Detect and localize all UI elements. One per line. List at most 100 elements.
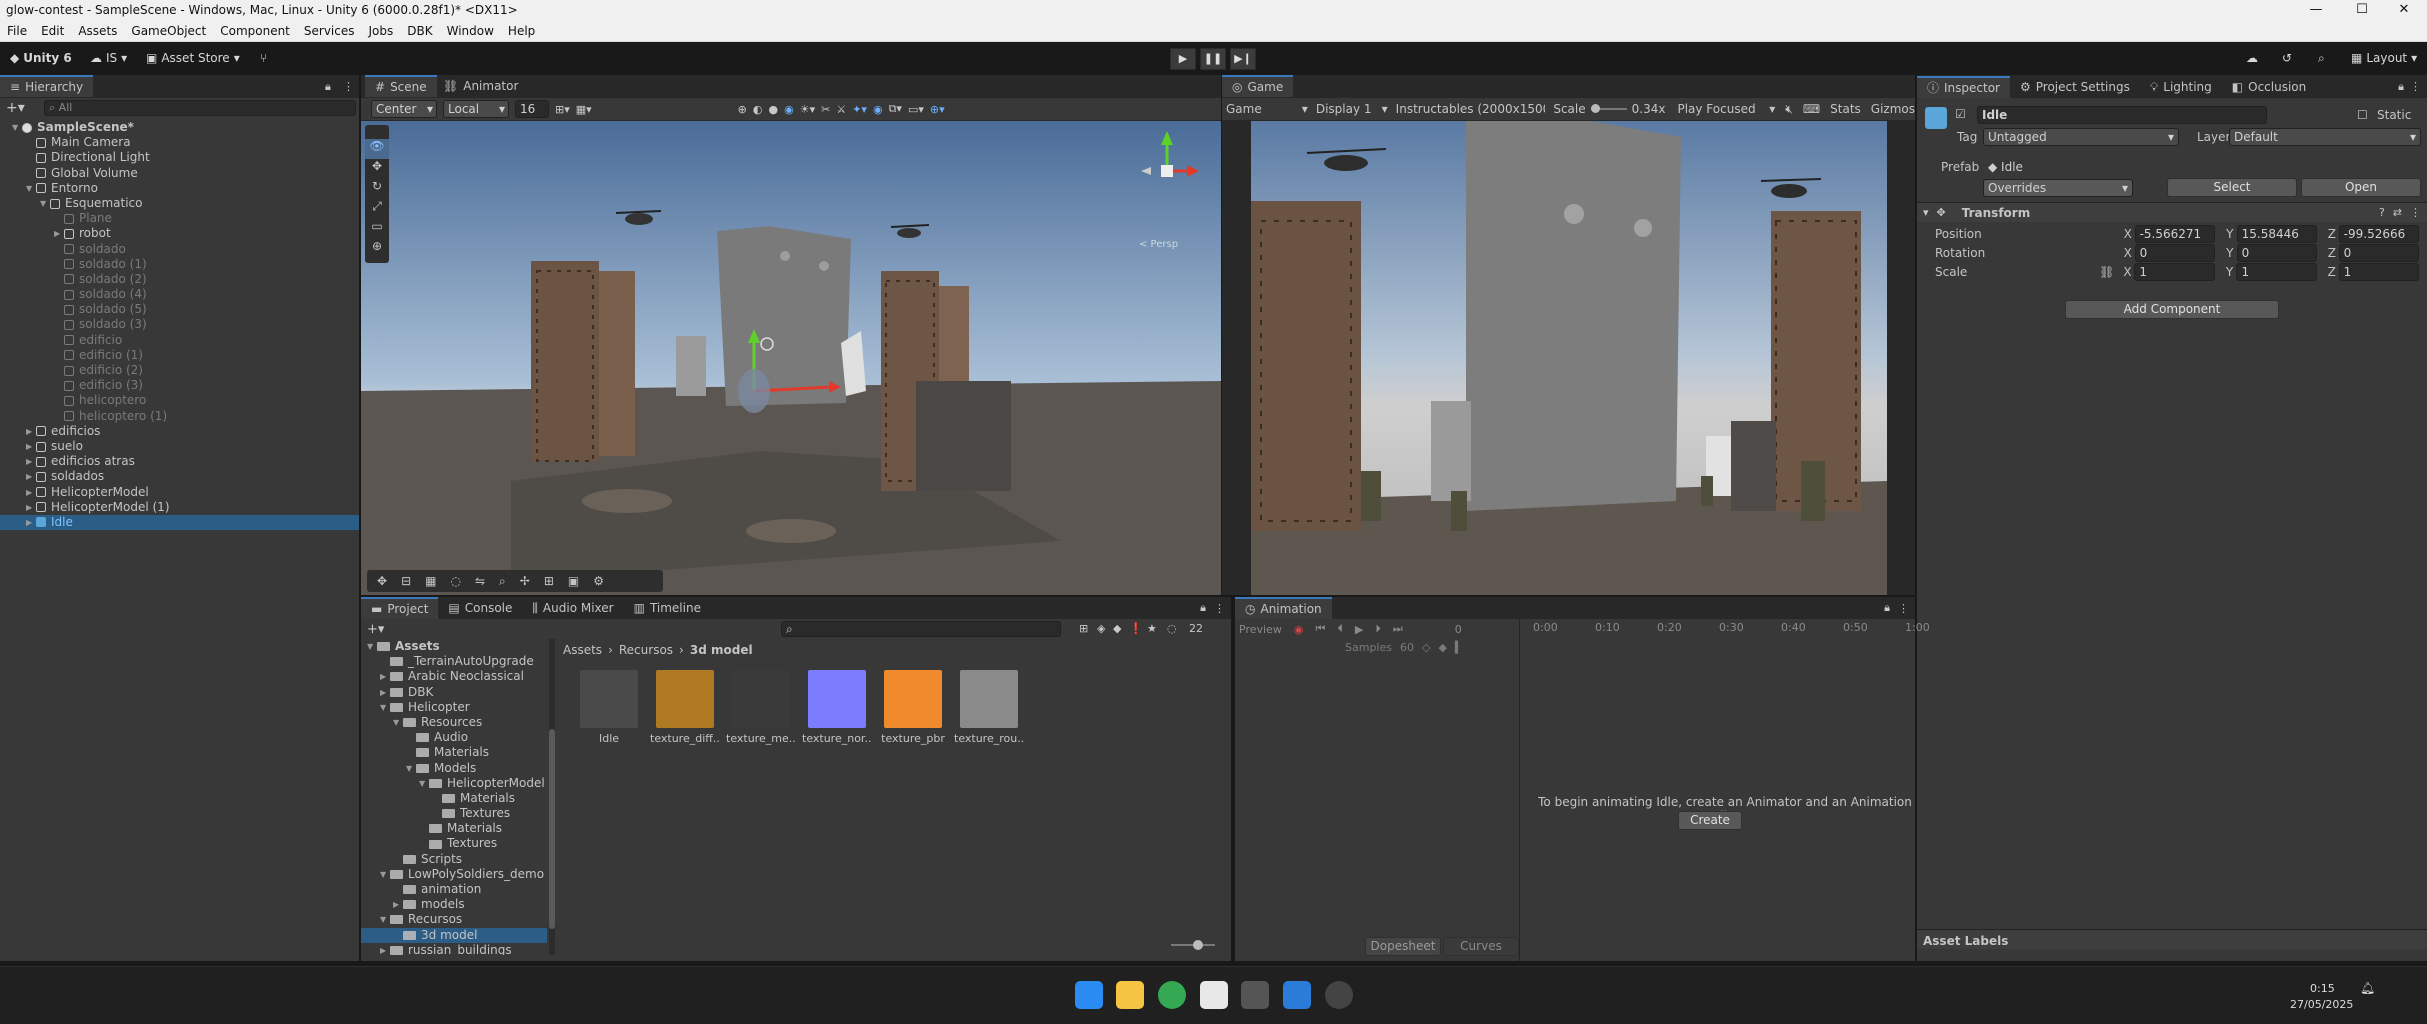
folder-item[interactable]: animation bbox=[361, 882, 547, 897]
play-button[interactable]: ▶ bbox=[1170, 48, 1196, 70]
tab-project[interactable]: ▬ Project bbox=[361, 597, 439, 619]
layer-dropdown[interactable]: Default ▾ bbox=[2229, 128, 2421, 146]
help-icon[interactable]: ? bbox=[2379, 206, 2385, 219]
collapse-arrow-icon[interactable]: ▶ bbox=[393, 897, 403, 912]
samples-input[interactable]: 60 bbox=[1400, 641, 1414, 654]
space-dropdown[interactable]: Local ▾ bbox=[443, 100, 509, 118]
favorite-icon[interactable]: ★ bbox=[1147, 622, 1157, 635]
overrides-dropdown[interactable]: Overrides ▾ bbox=[1983, 179, 2133, 197]
tab-occlusion[interactable]: ◧ Occlusion bbox=[2222, 76, 2316, 98]
asset-item[interactable]: texture_me... bbox=[726, 670, 796, 745]
folder-item[interactable]: Materials bbox=[361, 821, 547, 836]
folder-item[interactable]: ▼ Helicopter bbox=[361, 700, 547, 715]
position-z-field[interactable]: -99.52666 bbox=[2338, 224, 2420, 243]
folder-item[interactable]: ▼ Recursos bbox=[361, 912, 547, 927]
menu-window[interactable]: Window bbox=[440, 20, 501, 42]
folder-tree-scrollbar[interactable] bbox=[549, 639, 555, 955]
expand-arrow-icon[interactable]: ▼ bbox=[406, 761, 416, 776]
expand-arrow-icon[interactable]: ▼ bbox=[380, 867, 390, 882]
y-axis-label[interactable]: Y bbox=[2223, 265, 2237, 279]
snap-icon[interactable]: ▦ bbox=[425, 574, 436, 588]
rotate-tool-icon[interactable]: ↻ bbox=[365, 179, 389, 199]
expand-arrow-icon[interactable]: ▼ bbox=[367, 639, 377, 654]
snap-increment-icon[interactable]: ⊞▾ bbox=[555, 103, 570, 116]
tab-hierarchy[interactable]: ≡ Hierarchy bbox=[0, 75, 94, 97]
folder-item[interactable]: 3d model bbox=[361, 927, 547, 943]
clock-time[interactable]: 0:15 bbox=[2310, 982, 2335, 995]
breadcrumb-recursos[interactable]: Recursos bbox=[619, 643, 673, 657]
collapse-arrow-icon[interactable]: ▶ bbox=[26, 485, 36, 500]
folder-item[interactable]: ▼ Resources bbox=[361, 715, 547, 730]
chrome-icon[interactable] bbox=[1158, 981, 1186, 1009]
expand-arrow-icon[interactable]: ▼ bbox=[12, 120, 22, 135]
search-by-tag-icon[interactable]: ◆ bbox=[1113, 622, 1121, 635]
layout-dropdown[interactable]: ▦ Layout ▾ bbox=[2345, 48, 2423, 69]
scale-tool-icon[interactable]: ⤢ bbox=[365, 199, 389, 219]
unlit-icon[interactable]: ◉ bbox=[784, 103, 794, 116]
gizmos-button[interactable]: Gizmos bbox=[1871, 102, 1915, 116]
hierarchy-item[interactable]: ▶ HelicopterModel (1) bbox=[0, 500, 359, 515]
y-axis-label[interactable]: Y bbox=[2223, 227, 2237, 241]
x-axis-label[interactable]: X bbox=[2121, 227, 2135, 241]
project-search-input[interactable]: ⌕ bbox=[781, 621, 1061, 637]
add-icon[interactable]: +▾ bbox=[6, 100, 25, 116]
notion-icon[interactable] bbox=[1200, 981, 1228, 1009]
expand-arrow-icon[interactable]: ▼ bbox=[393, 715, 403, 730]
scale-y-field[interactable]: 1 bbox=[2236, 262, 2317, 281]
z-axis-label[interactable]: Z bbox=[2325, 227, 2339, 241]
transform-tool-icon[interactable]: ⊕ bbox=[365, 239, 389, 259]
hierarchy-item[interactable]: ▶ edificios atras bbox=[0, 454, 359, 469]
add-event-icon[interactable]: ◆ bbox=[1438, 641, 1446, 654]
pivot-dropdown[interactable]: Center ▾ bbox=[371, 100, 437, 118]
gizmos-icon[interactable]: ⊕▾ bbox=[930, 103, 945, 116]
clock-date[interactable]: 27/05/2025 bbox=[2290, 998, 2353, 1011]
asset-item[interactable]: texture_rou... bbox=[954, 670, 1024, 745]
tab-timeline[interactable]: ▥ Timeline bbox=[624, 597, 711, 619]
tag-dropdown[interactable]: Untagged ▾ bbox=[1983, 128, 2179, 146]
asset-item[interactable]: texture_nor... bbox=[802, 670, 872, 745]
camera-icon[interactable]: ▣ bbox=[568, 574, 579, 588]
game-viewport[interactable] bbox=[1251, 121, 1887, 595]
asset-store-button[interactable]: ▣ Asset Store ▾ bbox=[140, 48, 246, 69]
audio-toggle-icon[interactable]: ⚔ bbox=[836, 103, 846, 116]
x-axis-label[interactable]: X bbox=[2121, 246, 2135, 260]
minimize-button[interactable]: — bbox=[2293, 0, 2339, 20]
add-component-button[interactable]: Add Component bbox=[2065, 300, 2279, 319]
z-axis-label[interactable]: Z bbox=[2325, 265, 2339, 279]
menu-services[interactable]: Services bbox=[297, 20, 362, 42]
expand-arrow-icon[interactable]: ▼ bbox=[419, 776, 429, 791]
pause-button[interactable]: ❚❚ bbox=[1200, 48, 1226, 70]
view-tool-icon[interactable]: 👁︎ bbox=[365, 139, 389, 159]
camera-settings-icon[interactable]: ▭▾ bbox=[908, 103, 924, 116]
folder-item[interactable]: ▼ HelicopterModel bbox=[361, 776, 547, 791]
tab-project-settings[interactable]: ⚙ Project Settings bbox=[2010, 76, 2140, 98]
folder-item[interactable]: Scripts bbox=[361, 852, 547, 867]
preset-icon[interactable]: ⇄ bbox=[2393, 206, 2402, 219]
hierarchy-item[interactable]: soldado (4) bbox=[0, 287, 359, 302]
hierarchy-search-input[interactable]: ⌕ All bbox=[44, 100, 356, 116]
hierarchy-item[interactable]: ▼ Esquematico bbox=[0, 196, 359, 211]
menu-dbk[interactable]: DBK bbox=[400, 20, 439, 42]
breadcrumb-assets[interactable]: Assets bbox=[563, 643, 602, 657]
tab-console[interactable]: ▤ Console bbox=[438, 597, 522, 619]
visibility-icon[interactable]: ◉ bbox=[873, 103, 883, 116]
collapse-arrow-icon[interactable]: ▶ bbox=[26, 469, 36, 484]
collapse-arrow-icon[interactable]: ▶ bbox=[26, 424, 36, 439]
search-by-label-icon[interactable]: ◈ bbox=[1097, 622, 1105, 635]
rect-tool-icon[interactable]: ▭ bbox=[365, 219, 389, 239]
y-axis-label[interactable]: Y bbox=[2223, 246, 2237, 260]
hierarchy-item[interactable]: edificio (1) bbox=[0, 348, 359, 363]
collapse-arrow-icon[interactable]: ▶ bbox=[26, 454, 36, 469]
hierarchy-item[interactable]: edificio bbox=[0, 333, 359, 348]
folder-item[interactable]: ▶ Arabic Neoclassical bbox=[361, 669, 547, 684]
x-axis-label[interactable]: X bbox=[2121, 265, 2135, 279]
frame-input[interactable]: 0 bbox=[1455, 623, 1462, 636]
folder-item[interactable]: Materials bbox=[361, 745, 547, 760]
rotation-x-field[interactable]: 0 bbox=[2134, 243, 2215, 262]
move-handle-icon[interactable]: ✥ bbox=[377, 574, 387, 588]
hierarchy-item[interactable]: Global Volume bbox=[0, 166, 359, 181]
folder-item[interactable]: Textures bbox=[361, 836, 547, 851]
tab-scene[interactable]: # Scene bbox=[365, 75, 437, 97]
folder-item[interactable]: ▶ models bbox=[361, 897, 547, 912]
hierarchy-item[interactable]: ▶ robot bbox=[0, 226, 359, 241]
